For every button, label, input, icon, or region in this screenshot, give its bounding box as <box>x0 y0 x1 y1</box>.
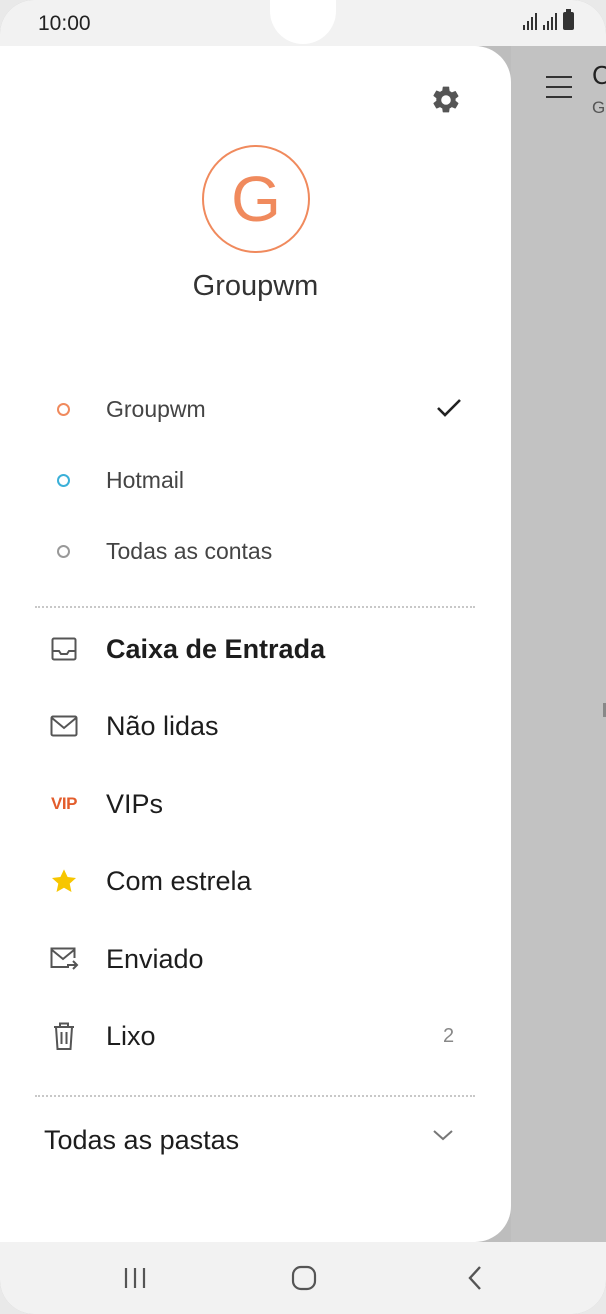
divider <box>35 1095 475 1097</box>
status-icons <box>523 9 574 30</box>
account-dot-icon <box>57 402 70 416</box>
folder-label: Com estrela <box>106 865 252 896</box>
account-label: Groupwm <box>106 395 206 422</box>
folder-item-starred[interactable]: Com estrela <box>45 853 475 909</box>
folder-item-vips[interactable]: VIP VIPs <box>45 776 475 832</box>
camera-notch <box>270 0 336 44</box>
background-app <box>511 46 606 1246</box>
signal-icon <box>543 12 557 30</box>
trash-count-badge: 2 <box>443 1024 455 1047</box>
account-item-all[interactable]: Todas as contas <box>50 529 480 573</box>
navigation-drawer: G Groupwm Groupwm Hotmail Todas as conta… <box>0 46 511 1242</box>
inbox-icon <box>45 634 83 664</box>
background-title: C <box>592 60 606 90</box>
star-icon <box>45 866 83 896</box>
vip-icon: VIP <box>51 794 77 813</box>
folder-item-sent[interactable]: Enviado <box>45 931 475 987</box>
account-item-hotmail[interactable]: Hotmail <box>50 458 480 502</box>
status-time: 10:00 <box>38 12 91 35</box>
sent-icon <box>45 944 83 974</box>
phone-screen: 10:00 C G G Groupwm Groupwm Hotmail Toda… <box>0 0 606 1314</box>
back-icon[interactable] <box>457 1262 493 1294</box>
folder-label: Não lidas <box>106 710 219 741</box>
trash-icon <box>45 1021 83 1051</box>
folder-item-inbox[interactable]: Caixa de Entrada <box>45 621 475 677</box>
settings-gear-icon[interactable] <box>430 84 462 116</box>
chevron-down-icon <box>432 1128 454 1147</box>
navigation-bar <box>0 1242 606 1314</box>
folder-item-trash[interactable]: Lixo 2 <box>45 1008 475 1064</box>
recent-apps-icon[interactable] <box>117 1262 153 1294</box>
folder-item-unread[interactable]: Não lidas <box>45 698 475 754</box>
folder-label: Caixa de Entrada <box>106 633 326 664</box>
battery-icon <box>563 9 574 30</box>
background-subtitle: G <box>592 98 606 117</box>
account-label: Todas as contas <box>106 537 273 564</box>
all-folders-label: Todas as pastas <box>44 1124 240 1155</box>
account-label: Hotmail <box>106 466 184 493</box>
divider <box>35 606 475 608</box>
menu-icon[interactable] <box>546 76 572 100</box>
signal-icon <box>523 12 537 30</box>
status-bar: 10:00 <box>0 0 606 46</box>
profile-name: Groupwm <box>192 270 319 302</box>
envelope-icon <box>45 711 83 741</box>
account-dot-icon <box>57 544 70 558</box>
home-icon[interactable] <box>286 1262 322 1294</box>
folder-label: VIPs <box>106 788 164 819</box>
account-item-groupwm[interactable]: Groupwm <box>50 387 480 431</box>
account-dot-icon <box>57 473 70 487</box>
avatar[interactable]: G <box>202 145 310 253</box>
folder-label: Lixo <box>106 1020 156 1051</box>
folder-label: Enviado <box>106 943 204 974</box>
checkmark-icon <box>436 397 462 424</box>
all-folders-item[interactable]: Todas as pastas <box>44 1118 474 1162</box>
